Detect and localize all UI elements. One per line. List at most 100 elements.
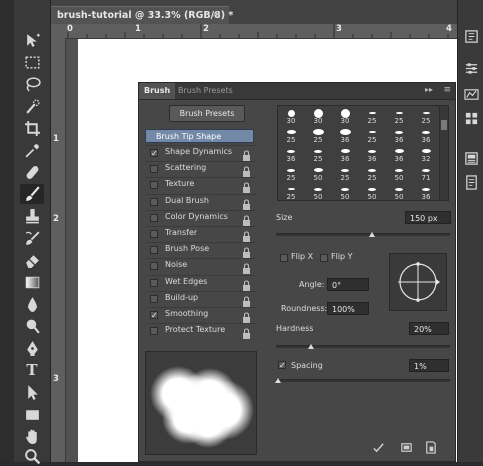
brush-tip-preset[interactable]: 30 (308, 108, 328, 125)
gradient-tool-icon[interactable] (20, 272, 44, 292)
quick-selection-tool-icon[interactable] (20, 96, 44, 116)
spacing-slider[interactable] (274, 378, 450, 383)
size-slider[interactable] (276, 232, 450, 237)
spot-healing-tool-icon[interactable] (20, 162, 44, 182)
blur-tool-icon[interactable] (20, 294, 44, 314)
pen-tool-icon[interactable] (20, 338, 44, 358)
brush-tip-preset[interactable]: 25 (308, 146, 328, 163)
toggle-brush-preview-icon[interactable] (372, 441, 385, 454)
document-tab[interactable]: brush-tutorial @ 33.3% (RGB/8) * × (51, 6, 233, 25)
brush-option-checkbox[interactable] (150, 181, 158, 190)
brush-tip-preset[interactable]: 36 (281, 146, 301, 163)
lock-icon[interactable] (241, 325, 252, 340)
lock-icon[interactable] (241, 163, 252, 178)
new-brush-icon[interactable] (424, 441, 437, 454)
lock-icon[interactable] (241, 196, 252, 210)
brush-option-row[interactable]: Build-up (145, 290, 257, 307)
rectangle-tool-icon[interactable] (20, 404, 44, 424)
brush-option-checkbox[interactable]: ✓ (150, 311, 158, 320)
scrollbar-thumb[interactable] (441, 120, 447, 130)
tab-brush[interactable]: Brush (139, 83, 176, 99)
brush-tool-icon[interactable] (20, 184, 44, 204)
hardness-slider-knob[interactable] (307, 344, 314, 349)
brush-tip-preset[interactable]: 30 (281, 108, 301, 125)
angle-field[interactable]: 0° (327, 278, 369, 291)
brush-option-row[interactable]: ✓ Smoothing (145, 307, 257, 323)
brush-tip-preset[interactable]: 50 (389, 165, 409, 182)
brush-tip-preset[interactable]: 36 (416, 127, 436, 144)
brush-tip-preset[interactable]: 25 (335, 165, 355, 182)
lock-icon[interactable] (241, 244, 252, 259)
lock-icon[interactable] (241, 212, 252, 226)
type-tool-icon[interactable]: T (20, 360, 44, 380)
brush-option-row[interactable]: Noise (145, 258, 257, 275)
spacing-field[interactable]: 1% (409, 359, 449, 372)
brush-option-row[interactable]: ✓ Shape Dynamics (145, 145, 257, 161)
angle-roundness-widget[interactable] (389, 253, 447, 311)
marquee-tool-icon[interactable] (20, 52, 44, 72)
brush-tip-preset[interactable]: 25 (389, 108, 409, 125)
brush-option-checkbox[interactable] (150, 213, 158, 222)
brush-tip-preset[interactable]: 36 (335, 127, 355, 144)
lock-icon[interactable] (241, 147, 252, 161)
brush-tip-preset[interactable]: 50 (308, 165, 328, 182)
close-tab-icon[interactable]: × (211, 9, 219, 20)
brush-tip-preset[interactable]: 25 (416, 108, 436, 125)
lock-icon[interactable] (241, 277, 252, 291)
crop-tool-icon[interactable] (20, 118, 44, 138)
eyedropper-tool-icon[interactable] (20, 140, 44, 160)
swatches-icon[interactable] (463, 110, 480, 127)
brush-tip-preset[interactable]: 50 (389, 184, 409, 200)
brush-tip-preset[interactable]: 25 (362, 127, 382, 144)
brush-option-checkbox[interactable] (150, 294, 158, 303)
brush-option-row[interactable]: Texture (145, 177, 257, 194)
brush-tip-preset[interactable]: 25 (281, 184, 301, 200)
brush-tip-preset[interactable]: 25 (362, 108, 382, 125)
hardness-slider[interactable] (276, 344, 450, 349)
brush-tip-shape-header[interactable]: Brush Tip Shape (145, 129, 254, 143)
brush-tip-preset[interactable]: 50 (335, 184, 355, 200)
brush-tip-preset[interactable]: 50 (362, 184, 382, 200)
zoom-tool-icon[interactable] (20, 446, 44, 466)
brush-tip-preset[interactable]: 36 (389, 146, 409, 163)
brush-tip-preset[interactable]: 36 (389, 127, 409, 144)
brush-tip-preset[interactable]: 36 (416, 184, 436, 200)
brush-option-row[interactable]: Color Dynamics (145, 209, 257, 226)
brush-tip-preset[interactable]: 36 (362, 146, 382, 163)
brush-tip-preset[interactable]: 25 (281, 165, 301, 182)
brush-option-row[interactable]: Brush Pose (145, 242, 257, 259)
brush-option-checkbox[interactable] (150, 197, 158, 206)
lock-icon[interactable] (241, 228, 252, 242)
spacing-checkbox[interactable]: ✓ (278, 361, 286, 370)
brush-tip-preset[interactable]: 25 (281, 127, 301, 144)
hand-tool-icon[interactable] (20, 426, 44, 446)
brush-tip-preset[interactable]: 36 (335, 146, 355, 163)
size-field[interactable]: 150 px (405, 211, 451, 224)
brush-option-row[interactable]: Protect Texture (145, 323, 257, 340)
spacing-slider-knob[interactable] (274, 378, 281, 383)
brush-tip-preset[interactable]: 30 (335, 108, 355, 125)
lasso-tool-icon[interactable] (20, 74, 44, 94)
panel-menu-icon[interactable]: ≡ (443, 86, 451, 95)
history-brush-tool-icon[interactable] (20, 228, 44, 248)
brush-option-checkbox[interactable] (150, 327, 158, 336)
lock-icon[interactable] (241, 260, 252, 275)
notes-icon[interactable] (463, 174, 480, 191)
hardness-field[interactable]: 20% (409, 322, 449, 335)
brush-option-checkbox[interactable] (150, 165, 158, 174)
create-brush-icon[interactable] (400, 441, 413, 454)
adjustments-icon[interactable] (463, 86, 480, 103)
layers-icon[interactable] (463, 150, 480, 167)
brush-presets-button[interactable]: Brush Presets (169, 105, 245, 122)
brush-tip-preset[interactable]: 32 (416, 146, 436, 163)
brush-option-checkbox[interactable] (150, 278, 158, 287)
brush-option-checkbox[interactable]: ✓ (150, 149, 158, 158)
brush-option-checkbox[interactable] (150, 262, 158, 271)
brush-tip-scrollbar[interactable] (439, 105, 449, 201)
lock-icon[interactable] (241, 293, 252, 307)
eraser-tool-icon[interactable] (20, 250, 44, 270)
clone-stamp-tool-icon[interactable] (20, 206, 44, 226)
brush-tip-preset[interactable]: 25 (362, 165, 382, 182)
brush-tip-preset[interactable]: 25 (308, 127, 328, 144)
brush-option-row[interactable]: Wet Edges (145, 274, 257, 291)
